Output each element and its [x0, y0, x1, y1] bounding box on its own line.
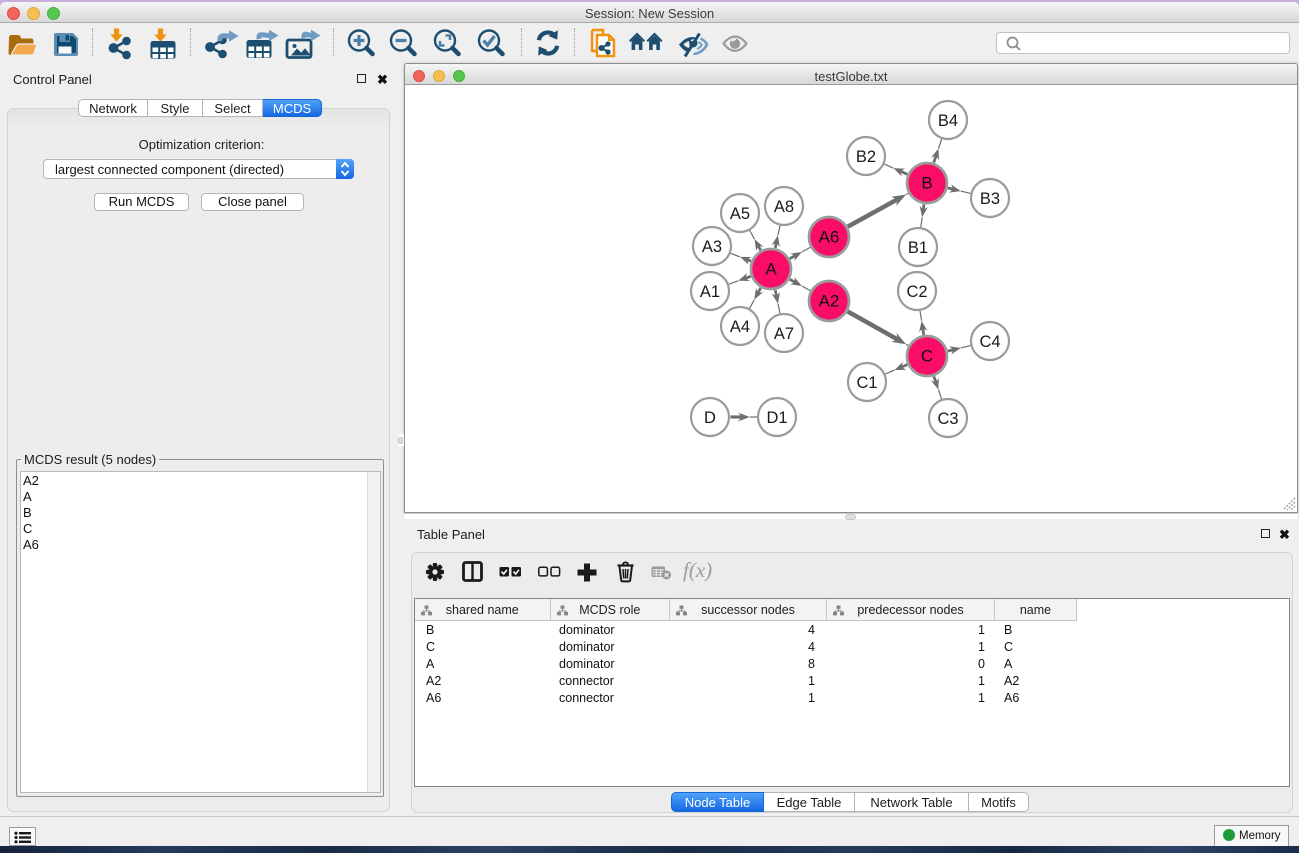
svg-text:C: C [921, 347, 933, 366]
svg-text:C4: C4 [979, 333, 1000, 351]
svg-text:D1: D1 [766, 409, 787, 427]
svg-text:C1: C1 [856, 374, 877, 392]
svg-text:A1: A1 [700, 283, 720, 301]
svg-text:B4: B4 [938, 112, 958, 130]
svg-text:D: D [704, 409, 716, 427]
svg-text:A8: A8 [774, 198, 794, 216]
svg-text:A7: A7 [774, 325, 794, 343]
svg-text:A6: A6 [819, 228, 840, 247]
svg-text:B3: B3 [980, 190, 1000, 208]
svg-text:B1: B1 [908, 239, 928, 257]
svg-text:A3: A3 [702, 238, 722, 256]
svg-text:A4: A4 [730, 318, 750, 336]
svg-text:C3: C3 [937, 410, 958, 428]
svg-text:B: B [921, 174, 932, 193]
svg-text:A5: A5 [730, 205, 750, 223]
svg-text:B2: B2 [856, 148, 876, 166]
svg-text:A2: A2 [819, 292, 840, 311]
svg-text:A: A [765, 260, 777, 279]
svg-text:C2: C2 [906, 283, 927, 301]
